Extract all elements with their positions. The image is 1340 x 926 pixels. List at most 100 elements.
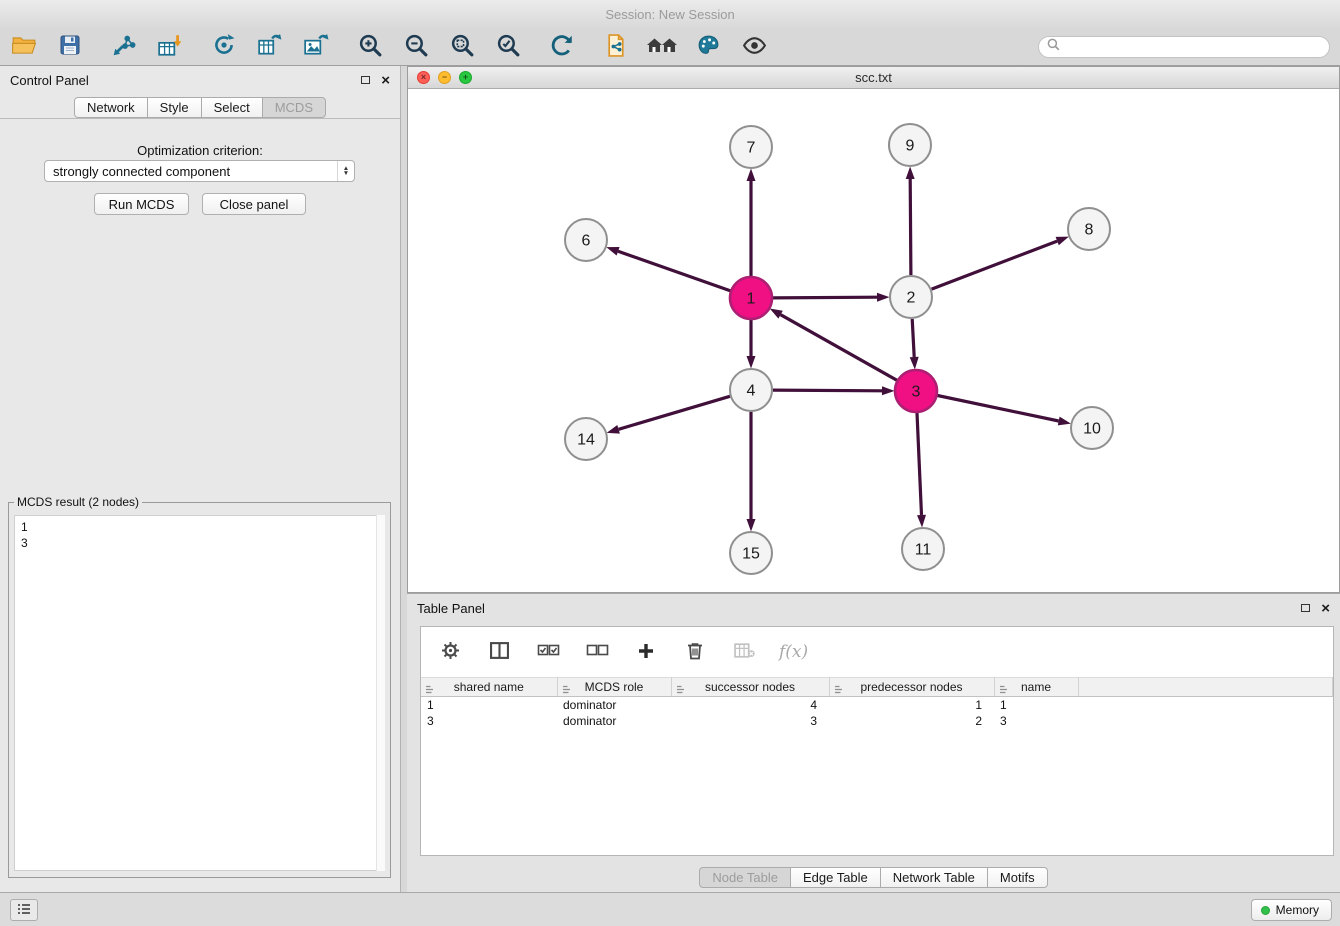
tab-style[interactable]: Style [147, 97, 202, 118]
close-panel-button[interactable]: Close panel [202, 193, 306, 215]
column-header-name[interactable]: name [994, 678, 1078, 697]
node-table-body: 1dominator4113dominator323 [421, 697, 1333, 729]
create-column-button[interactable] [632, 638, 660, 666]
edge-2-9[interactable] [910, 179, 911, 275]
window-zoom-icon[interactable] [459, 71, 472, 84]
zoom-out-icon [404, 33, 429, 61]
zoom-out-button[interactable] [402, 33, 430, 61]
list-icon [16, 903, 32, 918]
result-scrollbar[interactable] [376, 515, 385, 871]
tab-mcds[interactable]: MCDS [262, 97, 326, 118]
memory-button[interactable]: Memory [1251, 899, 1332, 921]
network-graph[interactable]: 7968124314101511 [408, 89, 1339, 592]
edge-3-1[interactable] [781, 315, 897, 381]
import-public-database-button[interactable] [602, 33, 630, 61]
select-all-columns-button[interactable] [534, 638, 562, 666]
edge-2-8[interactable] [932, 241, 1058, 289]
export-image-button[interactable] [302, 33, 330, 61]
cell[interactable]: 2 [829, 713, 994, 729]
table-row[interactable]: 3dominator323 [421, 713, 1333, 729]
table-tab-motifs[interactable]: Motifs [987, 867, 1048, 888]
panel-list-button[interactable] [10, 899, 38, 921]
zoom-selected-button[interactable] [494, 33, 522, 61]
run-mcds-button[interactable]: Run MCDS [94, 193, 189, 215]
edge-4-3[interactable] [773, 390, 882, 391]
column-header-shared-name[interactable]: shared name [421, 678, 557, 697]
column-header-successor-nodes[interactable]: successor nodes [671, 678, 829, 697]
dropdown-stepper-icon [337, 161, 354, 181]
float-panel-icon[interactable] [361, 76, 370, 84]
search-box[interactable] [1038, 36, 1330, 58]
zoom-in-button[interactable] [356, 33, 384, 61]
optimization-dropdown[interactable]: strongly connected component [44, 160, 355, 182]
plus-icon [637, 642, 655, 663]
palette-icon [696, 33, 721, 61]
cell[interactable]: 3 [994, 713, 1078, 729]
table-tab-node-table[interactable]: Node Table [699, 867, 791, 888]
status-bar: Memory [0, 892, 1340, 926]
show-graphics-details-button[interactable] [740, 33, 768, 61]
import-table-button[interactable] [156, 33, 184, 61]
edge-3-10[interactable] [938, 396, 1059, 422]
export-network-button[interactable] [210, 33, 238, 61]
trash-icon [687, 641, 703, 663]
node-label-6: 6 [582, 233, 591, 250]
edge-3-11[interactable] [917, 413, 922, 515]
import-network-icon [111, 32, 137, 61]
table-tab-edge-table[interactable]: Edge Table [790, 867, 881, 888]
cell[interactable]: 1 [994, 697, 1078, 713]
table-row[interactable]: 1dominator411 [421, 697, 1333, 713]
network-window-titlebar[interactable]: scc.txt [408, 67, 1339, 89]
floppy-icon [58, 33, 82, 60]
edge-4-14[interactable] [619, 396, 730, 429]
column-header-predecessor-nodes[interactable]: predecessor nodes [829, 678, 994, 697]
delete-table-button [730, 638, 758, 666]
cell[interactable]: 3 [421, 713, 557, 729]
edge-1-2[interactable] [773, 297, 877, 298]
import-group [110, 33, 184, 61]
cell[interactable]: dominator [557, 713, 671, 729]
column-header-mcds-role[interactable]: MCDS role [557, 678, 671, 697]
columns-icon [490, 642, 509, 662]
edge-2-3[interactable] [912, 319, 914, 357]
node-label-14: 14 [577, 432, 595, 449]
cell[interactable]: 1 [421, 697, 557, 713]
folder-icon [11, 32, 37, 61]
cell-filler [1078, 713, 1333, 729]
export-table-button[interactable] [256, 33, 284, 61]
zoom-fit-button[interactable] [448, 33, 476, 61]
show-columns-button[interactable] [485, 638, 513, 666]
cell[interactable]: 3 [671, 713, 829, 729]
close-panel-icon[interactable] [381, 73, 390, 88]
deselect-all-columns-button[interactable] [583, 638, 611, 666]
import-network-button[interactable] [110, 33, 138, 61]
delete-column-button[interactable] [681, 638, 709, 666]
main-toolbar [0, 28, 1340, 66]
save-session-button[interactable] [56, 33, 84, 61]
style-palette-button[interactable] [694, 33, 722, 61]
edge-1-6[interactable] [618, 251, 730, 290]
houses-icon [646, 33, 678, 60]
window-minimize-icon[interactable] [438, 71, 451, 84]
control-panel: Control Panel NetworkStyleSelectMCDS Opt… [0, 66, 401, 892]
refresh-view-button[interactable] [548, 33, 576, 61]
cell[interactable]: 1 [829, 697, 994, 713]
tab-select[interactable]: Select [201, 97, 263, 118]
home-views-button[interactable] [648, 33, 676, 61]
close-table-panel-icon[interactable] [1321, 601, 1330, 616]
table-tabs: Node TableEdge TableNetwork TableMotifs [407, 867, 1340, 888]
tab-network[interactable]: Network [74, 97, 148, 118]
cell[interactable]: 4 [671, 697, 829, 713]
cell[interactable]: dominator [557, 697, 671, 713]
export-group [210, 33, 330, 61]
table-settings-button[interactable] [436, 638, 464, 666]
cell-filler [1078, 697, 1333, 713]
open-session-button[interactable] [10, 33, 38, 61]
search-input[interactable] [1065, 40, 1321, 54]
table-panel: Table Panel f(x) shared nameMCDS rolesuc… [407, 593, 1340, 892]
table-tab-network-table[interactable]: Network Table [880, 867, 988, 888]
node-label-9: 9 [906, 138, 915, 155]
window-close-icon[interactable] [417, 71, 430, 84]
refresh-icon [549, 32, 575, 61]
float-table-panel-icon[interactable] [1301, 604, 1310, 612]
